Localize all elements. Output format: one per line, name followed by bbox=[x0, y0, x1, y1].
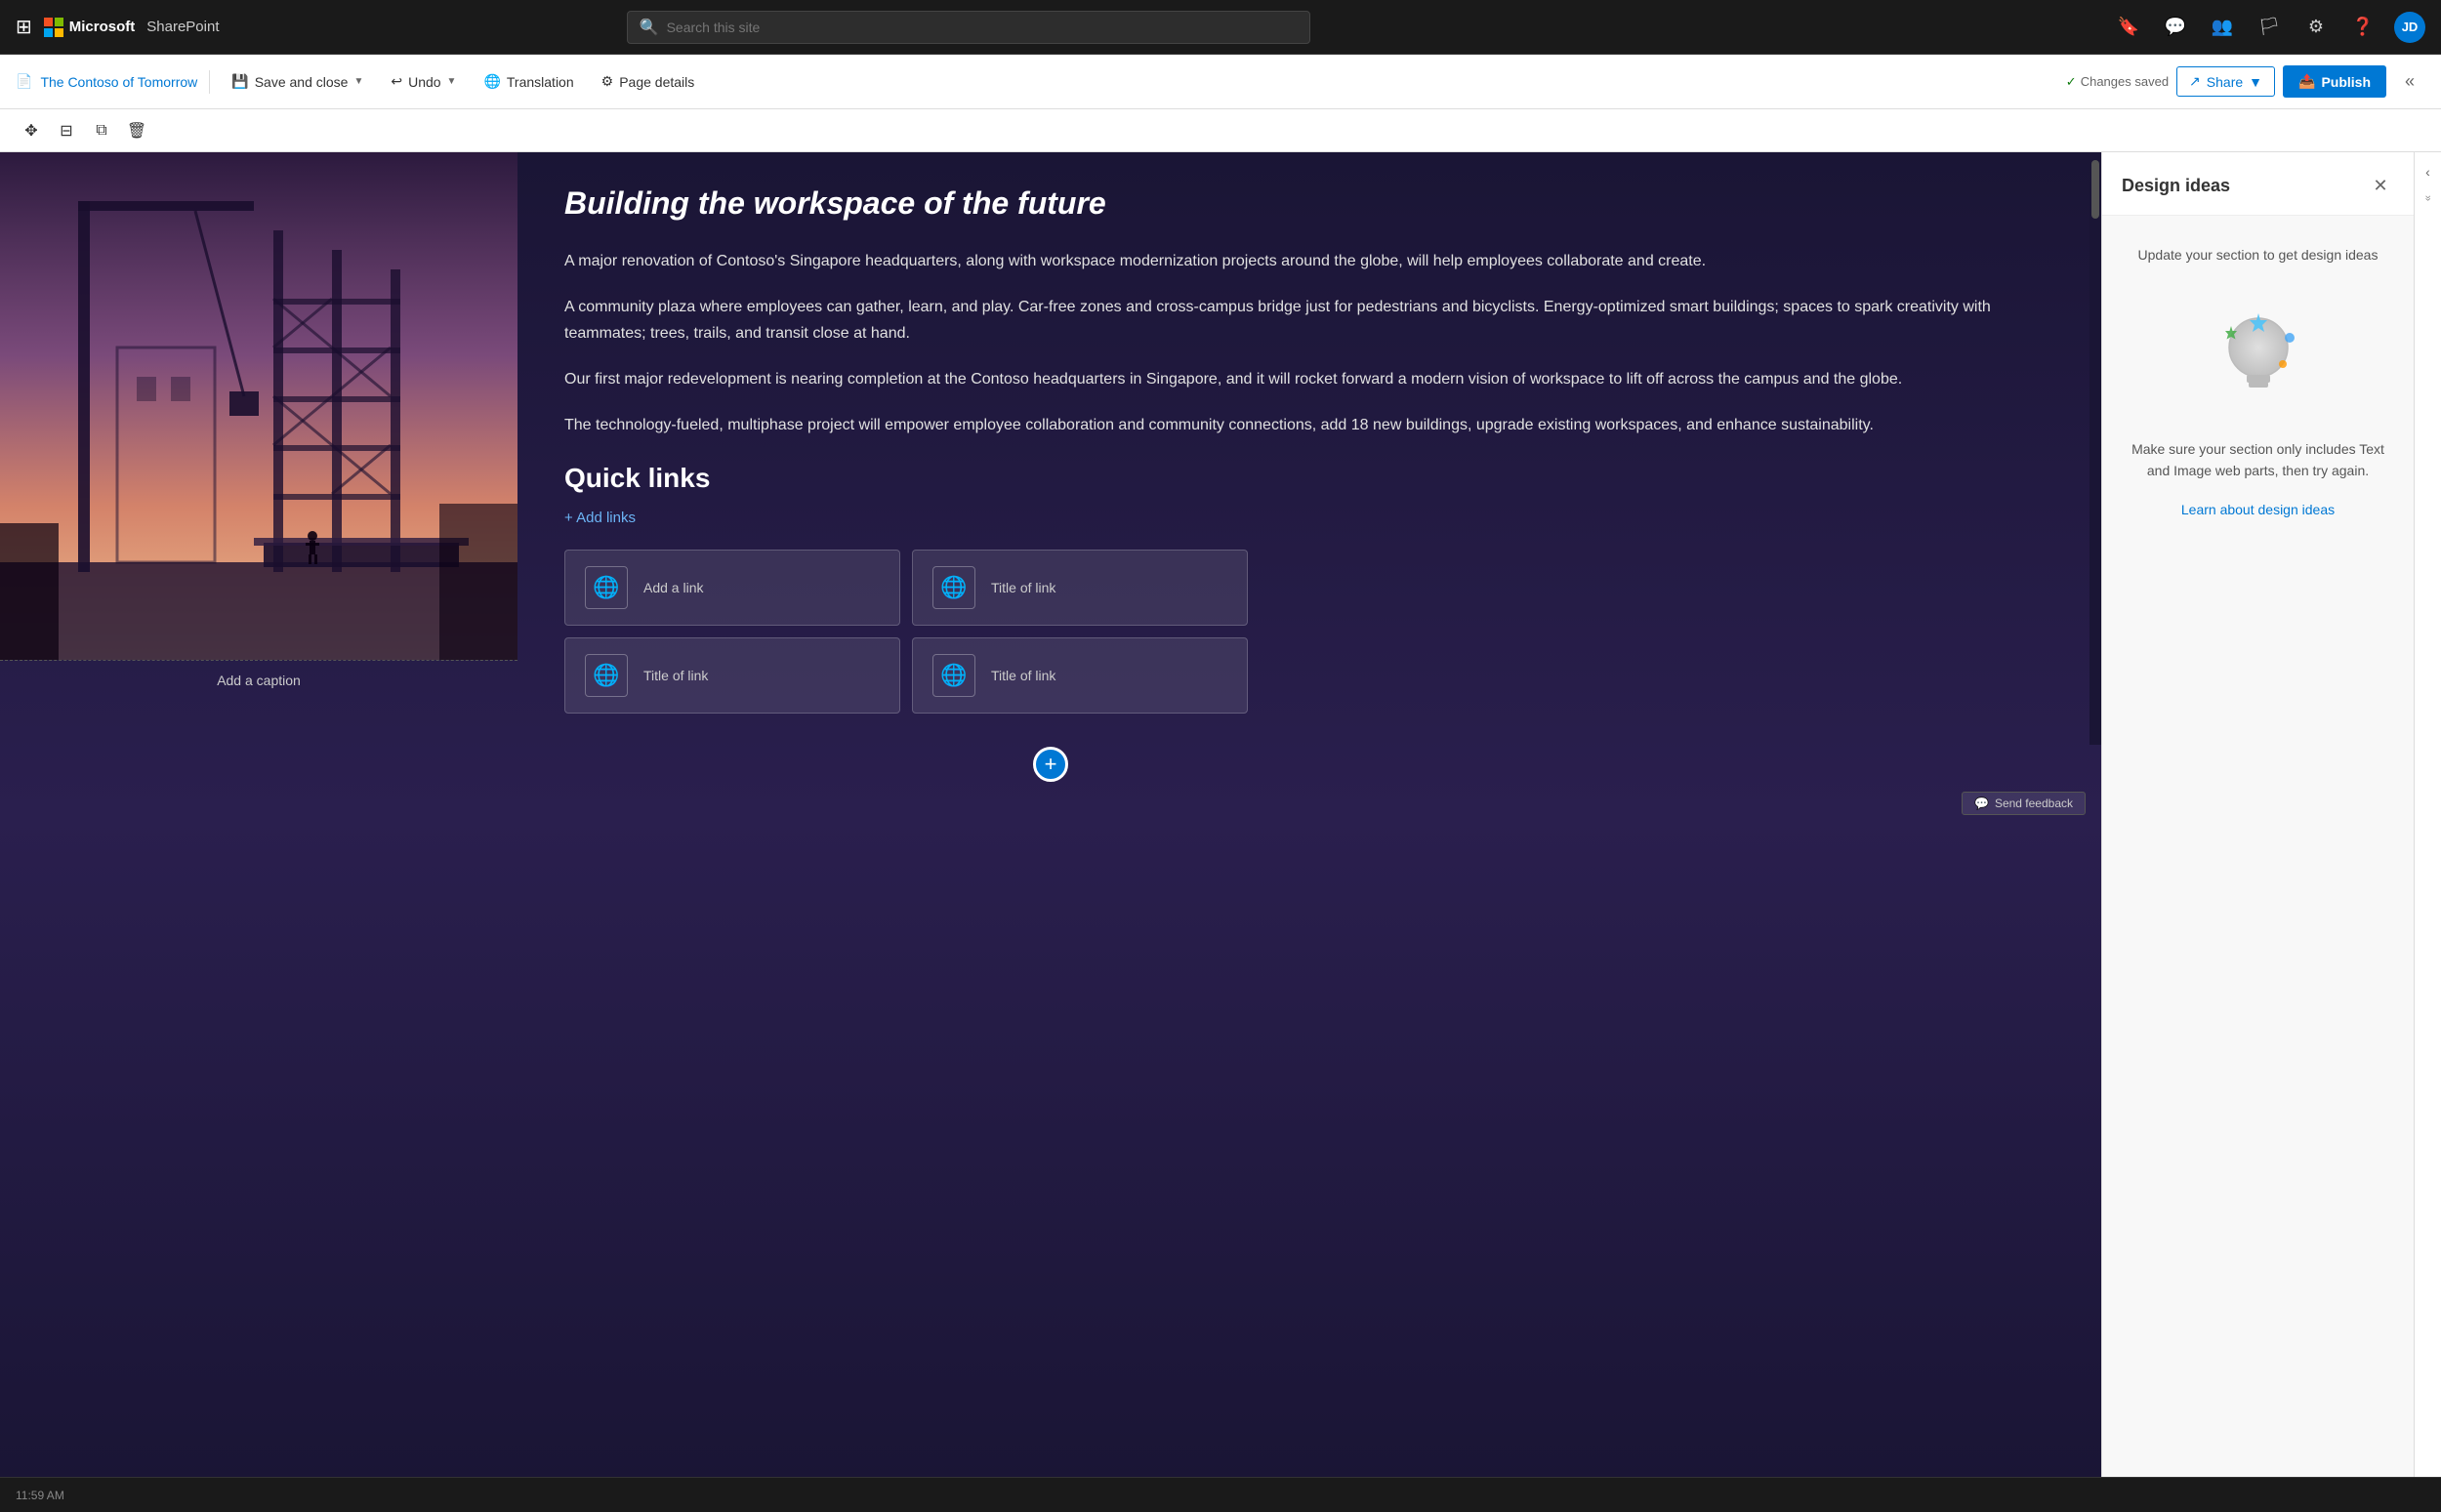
sharepoint-label: SharePoint bbox=[146, 19, 219, 35]
add-links-button[interactable]: + Add links bbox=[564, 510, 636, 526]
design-panel-title: Design ideas bbox=[2122, 176, 2230, 196]
links-grid: 🌐 Add a link 🌐 Title of link 🌐 Title of … bbox=[564, 550, 1248, 714]
undo-button[interactable]: ↩ Undo ▼ bbox=[381, 67, 466, 96]
publish-button[interactable]: 📤 Publish bbox=[2283, 65, 2386, 98]
main-area: Add a caption Building the workspace of … bbox=[0, 152, 2441, 1477]
toolbar-divider-1 bbox=[209, 70, 210, 94]
main-toolbar: 📄 The Contoso of Tomorrow 💾 Save and clo… bbox=[0, 55, 2441, 109]
properties-button[interactable]: ⊟ bbox=[51, 115, 82, 146]
share-button[interactable]: ↗ Share ▼ bbox=[2176, 66, 2275, 97]
settings-icon[interactable]: ⚙ bbox=[2300, 12, 2332, 43]
scrollbar-track[interactable] bbox=[2089, 152, 2101, 745]
page-content: Add a caption Building the workspace of … bbox=[0, 152, 2101, 1477]
top-navigation: ⊞ Microsoft SharePoint 🔍 🔖 💬 👥 🏳 ⚙ ❓ JD bbox=[0, 0, 2441, 55]
article-para-3: Our first major redevelopment is nearing… bbox=[564, 366, 2043, 392]
search-input[interactable] bbox=[667, 20, 1298, 35]
image-panel: Add a caption bbox=[0, 152, 517, 745]
help-icon[interactable]: ❓ bbox=[2347, 12, 2379, 43]
share-dropdown-arrow: ▼ bbox=[2249, 74, 2262, 90]
avatar[interactable]: JD bbox=[2394, 12, 2425, 43]
delete-icon: 🗑 bbox=[127, 121, 146, 141]
duplicate-icon: ⧉ bbox=[96, 122, 106, 140]
duplicate-button[interactable]: ⧉ bbox=[86, 115, 117, 146]
design-hint-text: Update your section to get design ideas bbox=[2138, 247, 2379, 263]
content-section: Add a caption Building the workspace of … bbox=[0, 152, 2101, 745]
ms-logo[interactable]: Microsoft bbox=[44, 18, 136, 37]
link-title-2: Title of link bbox=[643, 668, 708, 683]
article-para-1: A major renovation of Contoso's Singapor… bbox=[564, 248, 2043, 274]
publish-icon: 📤 bbox=[2298, 73, 2315, 90]
link-title-3: Title of link bbox=[991, 668, 1055, 683]
flag-icon[interactable]: 🏳 bbox=[2254, 12, 2285, 43]
toolbar-right: ✓ Changes saved ↗ Share ▼ 📤 Publish « bbox=[2066, 65, 2425, 98]
collapse-button[interactable]: « bbox=[2394, 66, 2425, 98]
construction-image[interactable] bbox=[0, 152, 517, 660]
feedback-area: 💬 Send feedback bbox=[0, 784, 2101, 823]
page-title: The Contoso of Tomorrow bbox=[40, 74, 197, 90]
page-icon: 📄 bbox=[16, 73, 32, 90]
translation-button[interactable]: 🌐 Translation bbox=[474, 67, 583, 96]
article-para-4: The technology-fueled, multiphase projec… bbox=[564, 412, 2043, 438]
link-icon-1: 🌐 bbox=[932, 566, 975, 609]
status-bar: 11:59 AM bbox=[0, 1477, 2441, 1512]
undo-dropdown-arrow: ▼ bbox=[447, 76, 457, 87]
edit-toolbar: ✥ ⊟ ⧉ 🗑 bbox=[0, 109, 2441, 152]
scrollbar-thumb[interactable] bbox=[2091, 160, 2099, 219]
learn-design-ideas-link[interactable]: Learn about design ideas bbox=[2181, 502, 2335, 517]
status-info: 11:59 AM bbox=[16, 1489, 64, 1502]
right-tab-label: » bbox=[2419, 191, 2438, 205]
delete-button[interactable]: 🗑 bbox=[121, 115, 152, 146]
changes-saved-indicator: ✓ Changes saved bbox=[2066, 74, 2169, 90]
text-panel: Building the workspace of the future A m… bbox=[517, 152, 2089, 745]
people-icon[interactable]: 👥 bbox=[2207, 12, 2238, 43]
move-button[interactable]: ✥ bbox=[16, 115, 47, 146]
design-description: Make sure your section only includes Tex… bbox=[2126, 438, 2390, 482]
ms-logo-text: Microsoft bbox=[69, 19, 136, 35]
right-tab: ‹ » bbox=[2414, 152, 2441, 1477]
right-expand-button[interactable]: ‹ bbox=[2417, 160, 2440, 184]
article-para-2: A community plaza where employees can ga… bbox=[564, 294, 2043, 347]
move-icon: ✥ bbox=[24, 121, 37, 141]
link-title-1: Title of link bbox=[991, 580, 1055, 595]
page-brand[interactable]: 📄 The Contoso of Tomorrow bbox=[16, 73, 197, 90]
design-panel-header: Design ideas ✕ bbox=[2102, 152, 2414, 216]
search-icon: 🔍 bbox=[640, 18, 659, 37]
properties-icon: ⊟ bbox=[60, 121, 72, 141]
translation-icon: 🌐 bbox=[483, 73, 500, 90]
link-icon-2: 🌐 bbox=[585, 654, 628, 697]
chat-icon[interactable]: 💬 bbox=[2160, 12, 2191, 43]
design-panel-close-button[interactable]: ✕ bbox=[2367, 172, 2394, 199]
image-caption[interactable]: Add a caption bbox=[0, 660, 517, 700]
page-details-button[interactable]: ⚙ Page details bbox=[592, 67, 705, 96]
app-launcher-icon[interactable]: ⊞ bbox=[16, 15, 32, 39]
undo-icon: ↩ bbox=[391, 73, 402, 90]
design-ideas-panel: Design ideas ✕ Update your section to ge… bbox=[2101, 152, 2414, 1477]
add-link-icon: 🌐 bbox=[585, 566, 628, 609]
add-link-tile[interactable]: 🌐 Add a link bbox=[564, 550, 900, 626]
quick-links-title: Quick links bbox=[564, 463, 2043, 494]
link-tile-2[interactable]: 🌐 Title of link bbox=[564, 637, 900, 714]
add-section-button[interactable]: + bbox=[1033, 747, 1068, 782]
article-title: Building the workspace of the future bbox=[564, 184, 2043, 225]
save-icon: 💾 bbox=[231, 73, 248, 90]
add-link-label: Add a link bbox=[643, 580, 703, 595]
feedback-icon: 💬 bbox=[1974, 797, 1989, 810]
quick-links-container: Quick links + Add links 🌐 Add a link 🌐 T… bbox=[564, 463, 2043, 714]
check-icon: ✓ bbox=[2066, 74, 2077, 90]
nav-icons: 🔖 💬 👥 🏳 ⚙ ❓ JD bbox=[2113, 12, 2425, 43]
link-tile-1[interactable]: 🌐 Title of link bbox=[912, 550, 1248, 626]
save-close-button[interactable]: 💾 Save and close ▼ bbox=[222, 67, 373, 96]
send-feedback-button[interactable]: 💬 Send feedback bbox=[1962, 792, 2086, 815]
design-idea-icon bbox=[2200, 294, 2317, 411]
search-bar[interactable]: 🔍 bbox=[627, 11, 1310, 44]
bookmark-icon[interactable]: 🔖 bbox=[2113, 12, 2144, 43]
page-details-icon: ⚙ bbox=[601, 73, 614, 90]
save-dropdown-arrow: ▼ bbox=[353, 76, 363, 87]
share-icon: ↗ bbox=[2189, 73, 2201, 90]
link-tile-3[interactable]: 🌐 Title of link bbox=[912, 637, 1248, 714]
design-panel-content: Update your section to get design ideas bbox=[2102, 216, 2414, 1477]
link-icon-3: 🌐 bbox=[932, 654, 975, 697]
